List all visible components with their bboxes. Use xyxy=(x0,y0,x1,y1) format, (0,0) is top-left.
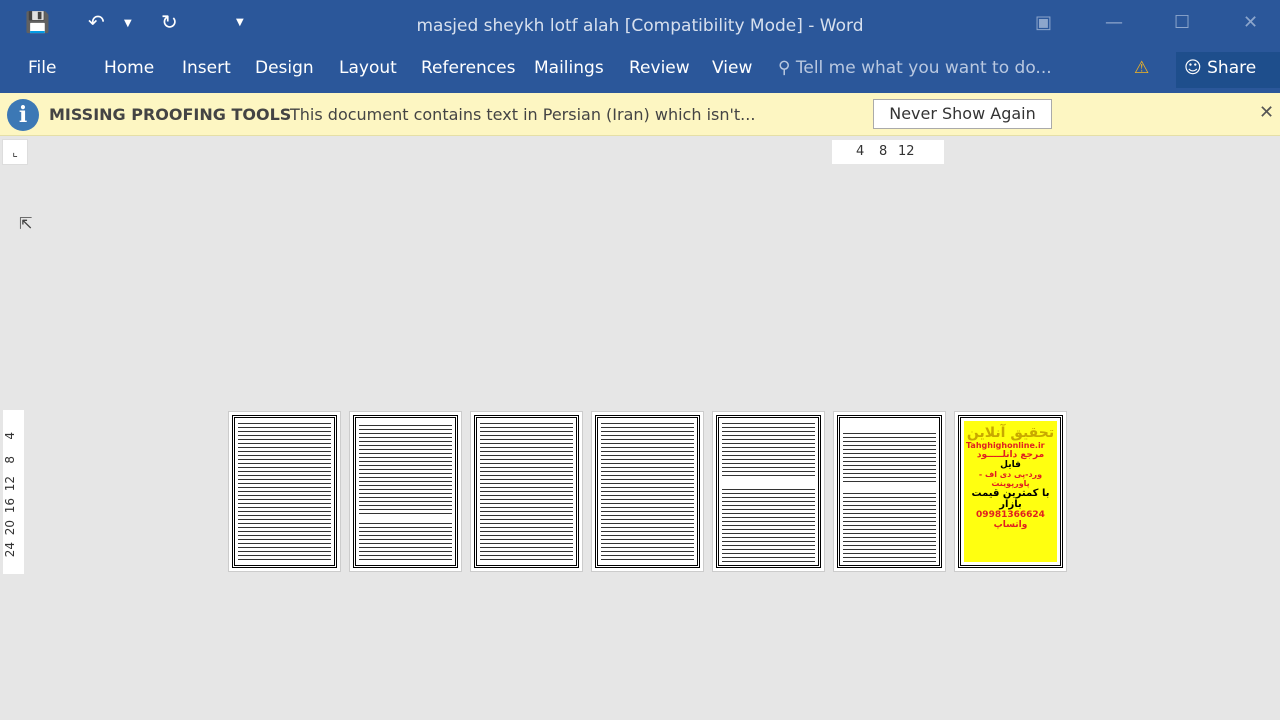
ruler-tick: 8 xyxy=(879,144,888,159)
person-add-icon: ☺ xyxy=(1184,58,1202,78)
ruler-tick: 12 xyxy=(898,144,915,159)
horizontal-ruler[interactable]: 4 8 12 xyxy=(832,140,944,164)
ad-line: با کمترین قیمت بازار xyxy=(971,488,1050,510)
page-thumbnail[interactable] xyxy=(833,411,946,572)
ad-line: ورد-پی دی اف - پاورپوینت xyxy=(978,470,1043,488)
page-thumbnail[interactable] xyxy=(591,411,704,572)
ruler-tick: 8 xyxy=(3,456,17,464)
ad-phone: 09981366624 xyxy=(976,510,1045,520)
tab-insert[interactable]: Insert xyxy=(182,58,231,78)
info-icon: i xyxy=(7,99,39,131)
tab-mailings[interactable]: Mailings xyxy=(534,58,604,78)
page-thumbnail[interactable] xyxy=(470,411,583,572)
close-button[interactable]: ✕ xyxy=(1243,12,1258,33)
message-title: MISSING PROOFING TOOLS xyxy=(49,105,292,124)
maximize-button[interactable]: ☐ xyxy=(1174,12,1190,33)
warning-icon[interactable]: ⚠ xyxy=(1134,58,1149,78)
message-text: This document contains text in Persian (… xyxy=(290,105,756,124)
page-thumbnail[interactable] xyxy=(712,411,825,572)
close-message-icon[interactable]: ✕ xyxy=(1259,102,1274,123)
tell-me-search[interactable]: ⚲ Tell me what you want to do... xyxy=(778,58,1052,78)
never-show-again-button[interactable]: Never Show Again xyxy=(873,99,1052,129)
ad-title: تحقیق آنلاین xyxy=(966,425,1055,441)
ad-site: Tahghighonline.ir xyxy=(966,441,1045,450)
tab-view[interactable]: View xyxy=(712,58,752,78)
message-bar: i MISSING PROOFING TOOLS This document c… xyxy=(0,93,1280,136)
ribbon-tabs: File Home Insert Design Layout Reference… xyxy=(0,50,1280,93)
mouse-cursor: ⇱ xyxy=(19,214,33,233)
advertisement: تحقیق آنلاین Tahghighonline.ir مرجع دانل… xyxy=(964,421,1057,562)
ad-line: مرجع دانلـــــود xyxy=(976,450,1045,460)
tell-me-text: Tell me what you want to do... xyxy=(795,58,1052,78)
page-thumbnail[interactable] xyxy=(228,411,341,572)
window-title: masjed sheykh lotf alah [Compatibility M… xyxy=(416,16,864,36)
ruler-tick: 16 xyxy=(3,498,17,514)
tab-home[interactable]: Home xyxy=(104,58,154,78)
ruler-tick: 24 xyxy=(3,542,17,558)
ruler-tick: 20 xyxy=(3,520,17,536)
ruler-tick: 4 xyxy=(856,144,865,159)
share-label: Share xyxy=(1207,58,1257,78)
ribbon-display-icon[interactable]: ▣ xyxy=(1035,12,1052,33)
tab-file[interactable]: File xyxy=(28,58,56,78)
ruler-tick: 12 xyxy=(3,476,17,492)
ruler-tick: 4 xyxy=(3,432,17,440)
ad-whatsapp: واتساپ xyxy=(993,520,1028,530)
tab-review[interactable]: Review xyxy=(629,58,690,78)
vertical-ruler[interactable]: 4 8 12 16 20 24 xyxy=(3,410,24,574)
tab-layout[interactable]: Layout xyxy=(339,58,397,78)
tab-selector[interactable]: ⌞ xyxy=(2,139,28,165)
page-thumbnail[interactable] xyxy=(349,411,462,572)
title-bar: 💾 ↶ ▼ ↻ ▼ masjed sheykh lotf alah [Compa… xyxy=(0,0,1280,50)
minimize-button[interactable]: — xyxy=(1105,12,1123,33)
ad-line: فایل xyxy=(1000,460,1021,470)
tab-references[interactable]: References xyxy=(421,58,515,78)
lightbulb-icon: ⚲ xyxy=(778,58,791,78)
page-thumbnail-ad[interactable]: تحقیق آنلاین Tahghighonline.ir مرجع دانل… xyxy=(954,411,1067,572)
tab-design[interactable]: Design xyxy=(255,58,314,78)
share-button[interactable]: ☺ Share xyxy=(1176,52,1280,88)
